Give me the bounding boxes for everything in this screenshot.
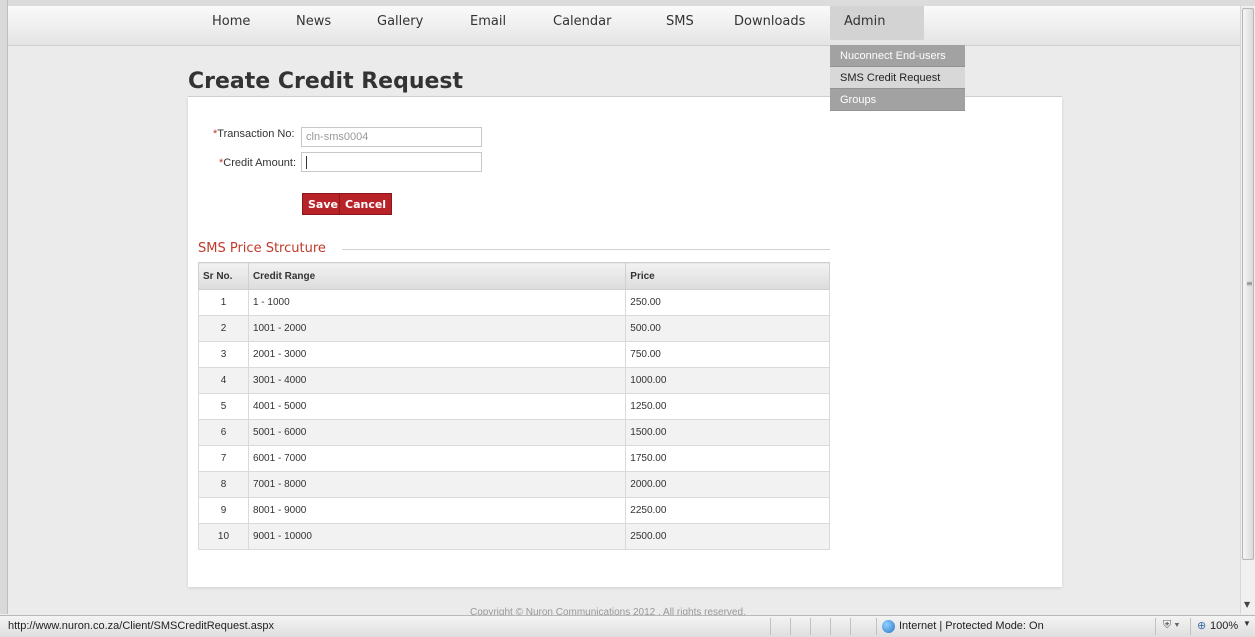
credit-amount-label: *Credit Amount: [219, 157, 296, 169]
price-cell: 1750.00 [625, 445, 830, 472]
price-cell: 1500.00 [625, 419, 830, 446]
sr-no-cell: 6 [198, 419, 249, 446]
text-cursor [306, 156, 307, 169]
column-header-sr-no: Sr No. [198, 262, 249, 290]
sr-no-cell: 4 [198, 367, 249, 394]
menu-item-groups[interactable]: Groups [830, 89, 965, 111]
browser-status-bar: http://www.nuron.co.za/Client/SMSCreditR… [0, 615, 1255, 637]
price-cell: 250.00 [625, 289, 830, 316]
status-url: http://www.nuron.co.za/Client/SMSCreditR… [8, 620, 274, 632]
scroll-down-arrow-icon[interactable]: ▼ [1244, 600, 1250, 609]
sr-no-cell: 3 [198, 341, 249, 368]
sr-no-cell: 7 [198, 445, 249, 472]
globe-icon [882, 620, 895, 633]
credit-range-cell: 1001 - 2000 [247, 315, 627, 342]
nav-item-email[interactable]: Email [456, 6, 520, 38]
transaction-no-label-text: Transaction No: [217, 128, 295, 140]
transaction-no-label: *Transaction No: [213, 128, 295, 140]
nav-item-gallery[interactable]: Gallery [363, 6, 437, 38]
scrollbar-thumb[interactable]: ≡ [1242, 8, 1254, 560]
credit-amount-label-text: Credit Amount: [223, 157, 297, 169]
save-button[interactable]: Save [302, 193, 344, 215]
status-separator [1155, 618, 1156, 635]
transaction-no-field[interactable] [301, 127, 482, 147]
column-header-price: Price [625, 262, 830, 290]
sr-no-cell: 9 [198, 497, 249, 524]
status-separator [850, 618, 851, 635]
table-row: 8 7001 - 8000 2000.00 [198, 471, 830, 498]
table-header-row: Sr No. Credit Range Price [198, 262, 830, 290]
credit-range-cell: 7001 - 8000 [247, 471, 627, 498]
nav-item-home[interactable]: Home [198, 6, 264, 38]
credit-range-cell: 5001 - 6000 [247, 419, 627, 446]
menu-item-sms-credit-request[interactable]: SMS Credit Request [830, 67, 965, 89]
credit-range-cell: 6001 - 7000 [247, 445, 627, 472]
credit-range-cell: 2001 - 3000 [247, 341, 627, 368]
page-title: Create Credit Request [188, 69, 464, 94]
price-cell: 1250.00 [625, 393, 830, 420]
credit-range-cell: 4001 - 5000 [247, 393, 627, 420]
credit-range-cell: 8001 - 9000 [247, 497, 627, 524]
grip-icon: ≡ [1246, 279, 1253, 288]
credit-range-cell: 1 - 1000 [247, 289, 627, 316]
price-cell: 2500.00 [625, 523, 830, 550]
status-separator [790, 618, 791, 635]
nav-item-news[interactable]: News [282, 6, 345, 38]
nav-item-admin[interactable]: Admin [830, 6, 924, 40]
status-separator [876, 618, 877, 635]
table-row: 9 8001 - 9000 2250.00 [198, 497, 830, 524]
nav-item-calendar[interactable]: Calendar [539, 6, 625, 38]
price-structure-table: Sr No. Credit Range Price 11 - 1000 250.0… [198, 262, 830, 550]
section-divider [342, 249, 830, 250]
nav-item-sms[interactable]: SMS [652, 6, 708, 38]
price-structure-title: SMS Price Strcuture [198, 241, 326, 256]
sr-no-cell: 5 [198, 393, 249, 420]
sr-no-cell: 8 [198, 471, 249, 498]
price-cell: 2250.00 [625, 497, 830, 524]
top-navigation-bar: Home News Gallery Email Calendar SMS Dow… [8, 6, 1240, 46]
table-row: 2 1001 - 2000 500.00 [198, 315, 830, 342]
column-header-credit-range: Credit Range [247, 262, 627, 290]
table-row: 4 3001 - 4000 1000.00 [198, 367, 830, 394]
sr-no-cell: 1 [198, 289, 249, 316]
security-zone: Internet | Protected Mode: On [899, 620, 1044, 632]
sr-no-cell: 2 [198, 315, 249, 342]
status-separator [810, 618, 811, 635]
cancel-button[interactable]: Cancel [339, 193, 393, 215]
status-separator [830, 618, 831, 635]
zoom-level[interactable]: 100% [1210, 620, 1238, 632]
status-separator [1190, 618, 1191, 635]
credit-amount-field[interactable] [301, 152, 482, 172]
sr-no-cell: 10 [198, 523, 249, 550]
window-left-edge [0, 0, 8, 614]
table-row: 3 2001 - 3000 750.00 [198, 341, 830, 368]
nav-item-downloads[interactable]: Downloads [720, 6, 819, 38]
price-cell: 2000.00 [625, 471, 830, 498]
shield-icon[interactable]: ⛨ ▾ [1163, 619, 1180, 632]
magnifier-icon[interactable]: ⊕ [1197, 619, 1206, 632]
credit-range-cell: 9001 - 10000 [247, 523, 627, 550]
table-row: 7 6001 - 7000 1750.00 [198, 445, 830, 472]
credit-range-cell: 3001 - 4000 [247, 367, 627, 394]
price-cell: 500.00 [625, 315, 830, 342]
admin-dropdown-menu: Nuconnect End-users SMS Credit Request G… [830, 45, 965, 111]
price-cell: 1000.00 [625, 367, 830, 394]
status-separator [770, 618, 771, 635]
table-row: 10 9001 - 10000 2500.00 [198, 523, 830, 550]
table-row: 5 4001 - 5000 1250.00 [198, 393, 830, 420]
menu-item-nuconnect-end-users[interactable]: Nuconnect End-users [830, 45, 965, 67]
table-row: 11 - 1000 250.00 [198, 289, 830, 316]
price-cell: 750.00 [625, 341, 830, 368]
table-row: 6 5001 - 6000 1500.00 [198, 419, 830, 446]
chevron-down-icon[interactable]: ▼ [1243, 619, 1251, 628]
vertical-scrollbar[interactable]: ≡ ▼ [1240, 6, 1255, 614]
